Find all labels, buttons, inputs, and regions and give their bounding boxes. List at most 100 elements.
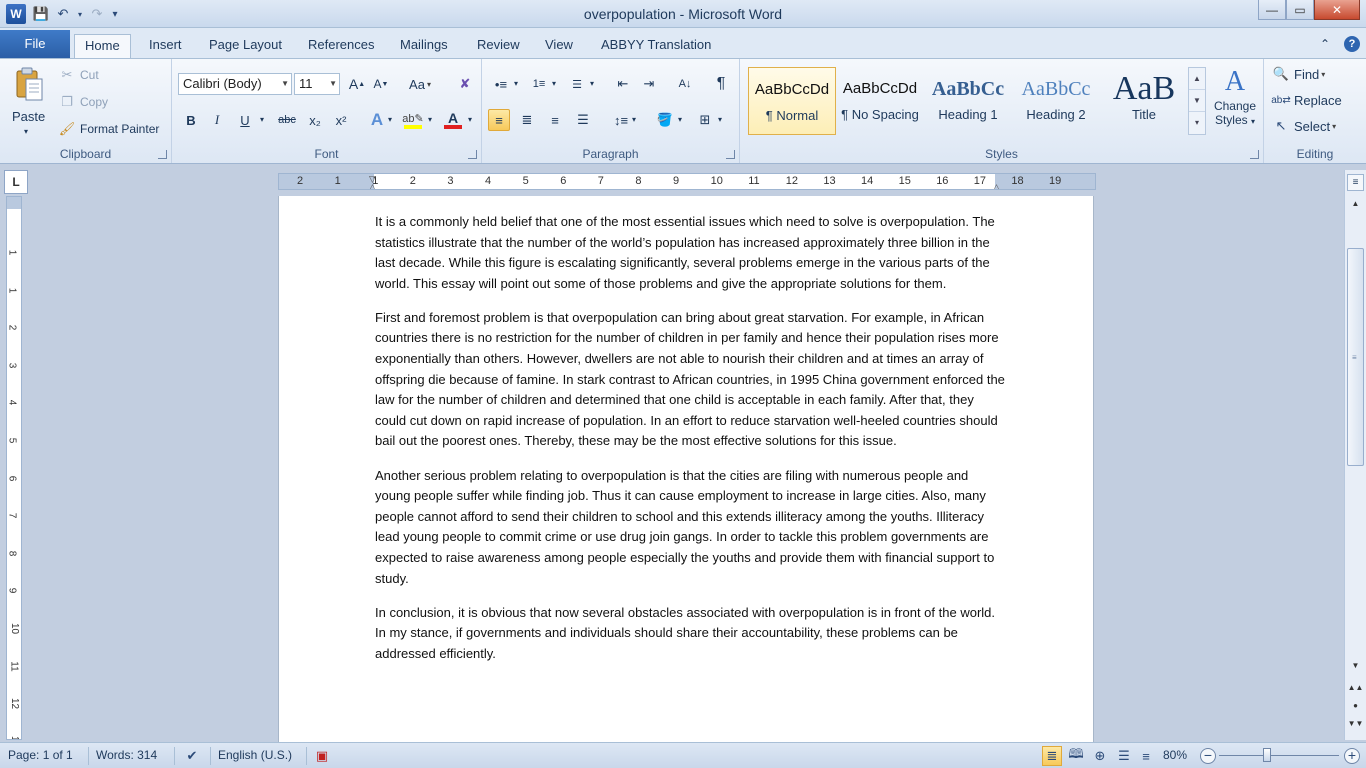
gallery-down-icon[interactable]: ▼ — [1189, 90, 1205, 112]
tab-view[interactable]: View — [535, 34, 583, 58]
zoom-slider-track[interactable] — [1219, 755, 1339, 756]
right-indent-marker[interactable]: △ — [993, 182, 1000, 189]
draft-icon[interactable]: ≡ — [1136, 746, 1156, 766]
document-page[interactable]: It is a commonly held belief that one of… — [278, 196, 1094, 742]
proofing-icon[interactable]: ✔ — [182, 746, 202, 766]
gallery-up-icon[interactable]: ▲ — [1189, 68, 1205, 90]
bullets-dropdown-icon[interactable]: ▾ — [514, 79, 518, 88]
language-indicator[interactable]: English (U.S.) — [218, 748, 292, 762]
line-spacing-dropdown-icon[interactable]: ▾ — [632, 115, 636, 124]
shading-icon[interactable]: 🪣 — [654, 109, 676, 131]
change-styles-button[interactable]: A Change Styles ▾ — [1212, 65, 1258, 141]
styles-launcher-icon[interactable] — [1250, 150, 1259, 159]
full-screen-reading-icon[interactable]: 🕮 — [1066, 746, 1086, 766]
highlight-dropdown-icon[interactable]: ▾ — [428, 115, 432, 124]
tab-home[interactable]: Home — [74, 34, 131, 58]
strikethrough-button[interactable]: abc — [276, 109, 298, 131]
decrease-indent-icon[interactable]: ⇤ — [612, 73, 634, 95]
tab-insert[interactable]: Insert — [139, 34, 192, 58]
text-effects-dropdown-icon[interactable]: ▾ — [388, 115, 392, 124]
line-spacing-icon[interactable]: ↕≡ — [610, 109, 632, 131]
bold-button[interactable]: B — [180, 109, 202, 131]
zoom-out-button[interactable]: − — [1200, 748, 1216, 764]
font-name-combo[interactable]: Calibri (Body) ▼ — [178, 73, 292, 95]
text-effects-button[interactable]: A — [366, 109, 388, 131]
replace-button[interactable]: ab⇄ Replace — [1271, 91, 1341, 109]
underline-button[interactable]: U — [234, 109, 256, 131]
page-count[interactable]: Page: 1 of 1 — [8, 748, 73, 762]
text-highlight-button[interactable]: ab✎ — [402, 109, 424, 131]
gallery-more-icon[interactable]: ▾ — [1189, 112, 1205, 134]
shading-dropdown-icon[interactable]: ▾ — [678, 115, 682, 124]
align-left-icon[interactable]: ≡ — [488, 109, 510, 131]
scroll-up-icon[interactable]: ▲ — [1345, 196, 1366, 212]
paste-icon[interactable] — [14, 67, 44, 103]
sort-icon[interactable]: A↓ — [674, 73, 696, 95]
style-heading-2[interactable]: AaBbCc Heading 2 — [1012, 67, 1100, 135]
tab-abbyy-translation[interactable]: ABBYY Translation — [591, 34, 721, 58]
horizontal-ruler[interactable]: 2 1 1 2 3 4 5 6 7 8 9 10 11 12 13 14 15 16 17 18 19 ▽ △ △ — [278, 173, 1096, 190]
clipboard-launcher-icon[interactable] — [158, 150, 167, 159]
borders-dropdown-icon[interactable]: ▾ — [718, 115, 722, 124]
font-size-combo[interactable]: 11 ▼ — [294, 73, 340, 95]
show-formatting-button[interactable]: ¶ — [710, 73, 732, 95]
next-page-icon[interactable]: ▼▼ — [1345, 716, 1366, 732]
paragraph-launcher-icon[interactable] — [726, 150, 735, 159]
paragraph-2[interactable]: First and foremost problem is that overp… — [375, 308, 1005, 452]
cut-button[interactable]: ✂ Cut — [58, 66, 99, 84]
change-case-button[interactable]: Aa ▾ — [406, 73, 434, 95]
format-painter-button[interactable]: 🖌 Format Painter — [58, 120, 160, 138]
browse-object-icon[interactable]: ● — [1345, 698, 1366, 714]
subscript-button[interactable]: x₂ — [304, 109, 326, 131]
paragraph-3[interactable]: Another serious problem relating to over… — [375, 466, 1005, 590]
minimize-ribbon-icon[interactable]: ⌃ — [1320, 37, 1330, 51]
tab-file[interactable]: File — [0, 30, 70, 58]
borders-icon[interactable]: ⊞ — [694, 109, 716, 131]
print-layout-icon[interactable]: ≣ — [1042, 746, 1062, 766]
align-center-icon[interactable]: ≣ — [516, 109, 538, 131]
underline-dropdown-icon[interactable]: ▾ — [260, 115, 264, 124]
italic-button[interactable]: I — [206, 109, 228, 131]
scroll-down-icon[interactable]: ▼ — [1345, 658, 1366, 674]
style-heading-1[interactable]: AaBbCc Heading 1 — [924, 67, 1012, 135]
paste-dropdown-icon[interactable]: ▾ — [24, 127, 28, 136]
word-count[interactable]: Words: 314 — [96, 748, 157, 762]
tab-references[interactable]: References — [298, 34, 384, 58]
style-no-spacing[interactable]: AaBbCcDd ¶ No Spacing — [836, 67, 924, 135]
help-icon[interactable]: ? — [1344, 36, 1360, 52]
zoom-level[interactable]: 80% — [1163, 748, 1187, 762]
paragraph-1[interactable]: It is a commonly held belief that one of… — [375, 212, 1005, 294]
style-title[interactable]: AaB Title — [1100, 67, 1188, 135]
font-color-button[interactable]: A — [442, 109, 464, 131]
tab-mailings[interactable]: Mailings — [390, 34, 458, 58]
justify-icon[interactable]: ☰ — [572, 109, 594, 131]
web-layout-icon[interactable]: ⊕ — [1090, 746, 1110, 766]
superscript-button[interactable]: x² — [330, 109, 352, 131]
macro-record-icon[interactable]: ▣ — [312, 746, 332, 766]
numbering-dropdown-icon[interactable]: ▾ — [552, 79, 556, 88]
multilevel-dropdown-icon[interactable]: ▾ — [590, 79, 594, 88]
numbering-icon[interactable]: 1≡ — [528, 73, 550, 95]
minimize-button[interactable]: — — [1258, 0, 1286, 20]
style-normal[interactable]: AaBbCcDd ¶ Normal — [748, 67, 836, 135]
view-ruler-icon[interactable]: ≡ — [1347, 174, 1364, 191]
close-button[interactable]: ✕ — [1314, 0, 1360, 20]
hanging-indent-marker[interactable]: △ — [369, 182, 376, 189]
zoom-in-button[interactable]: + — [1344, 748, 1360, 764]
tab-review[interactable]: Review — [467, 34, 530, 58]
outline-icon[interactable]: ☰ — [1114, 746, 1134, 766]
document-body[interactable]: It is a commonly held belief that one of… — [375, 212, 1005, 678]
find-button[interactable]: 🔍 Find ▾ — [1272, 65, 1325, 83]
bullets-icon[interactable]: •≡ — [490, 73, 512, 95]
copy-button[interactable]: ❐ Copy — [58, 93, 108, 111]
vertical-ruler[interactable]: 112345678910111213 — [6, 196, 22, 740]
previous-page-icon[interactable]: ▲▲ — [1345, 680, 1366, 696]
zoom-slider-thumb[interactable] — [1263, 748, 1271, 762]
shrink-font-button[interactable]: A ▼ — [370, 73, 392, 95]
multilevel-list-icon[interactable]: ☰ — [566, 73, 588, 95]
scroll-thumb[interactable]: ≡ — [1347, 248, 1364, 466]
tab-selector[interactable]: L — [4, 170, 28, 194]
select-button[interactable]: ↖ Select ▾ — [1272, 117, 1337, 135]
paste-button[interactable]: Paste — [12, 109, 45, 124]
maximize-button[interactable]: ▭ — [1286, 0, 1314, 20]
